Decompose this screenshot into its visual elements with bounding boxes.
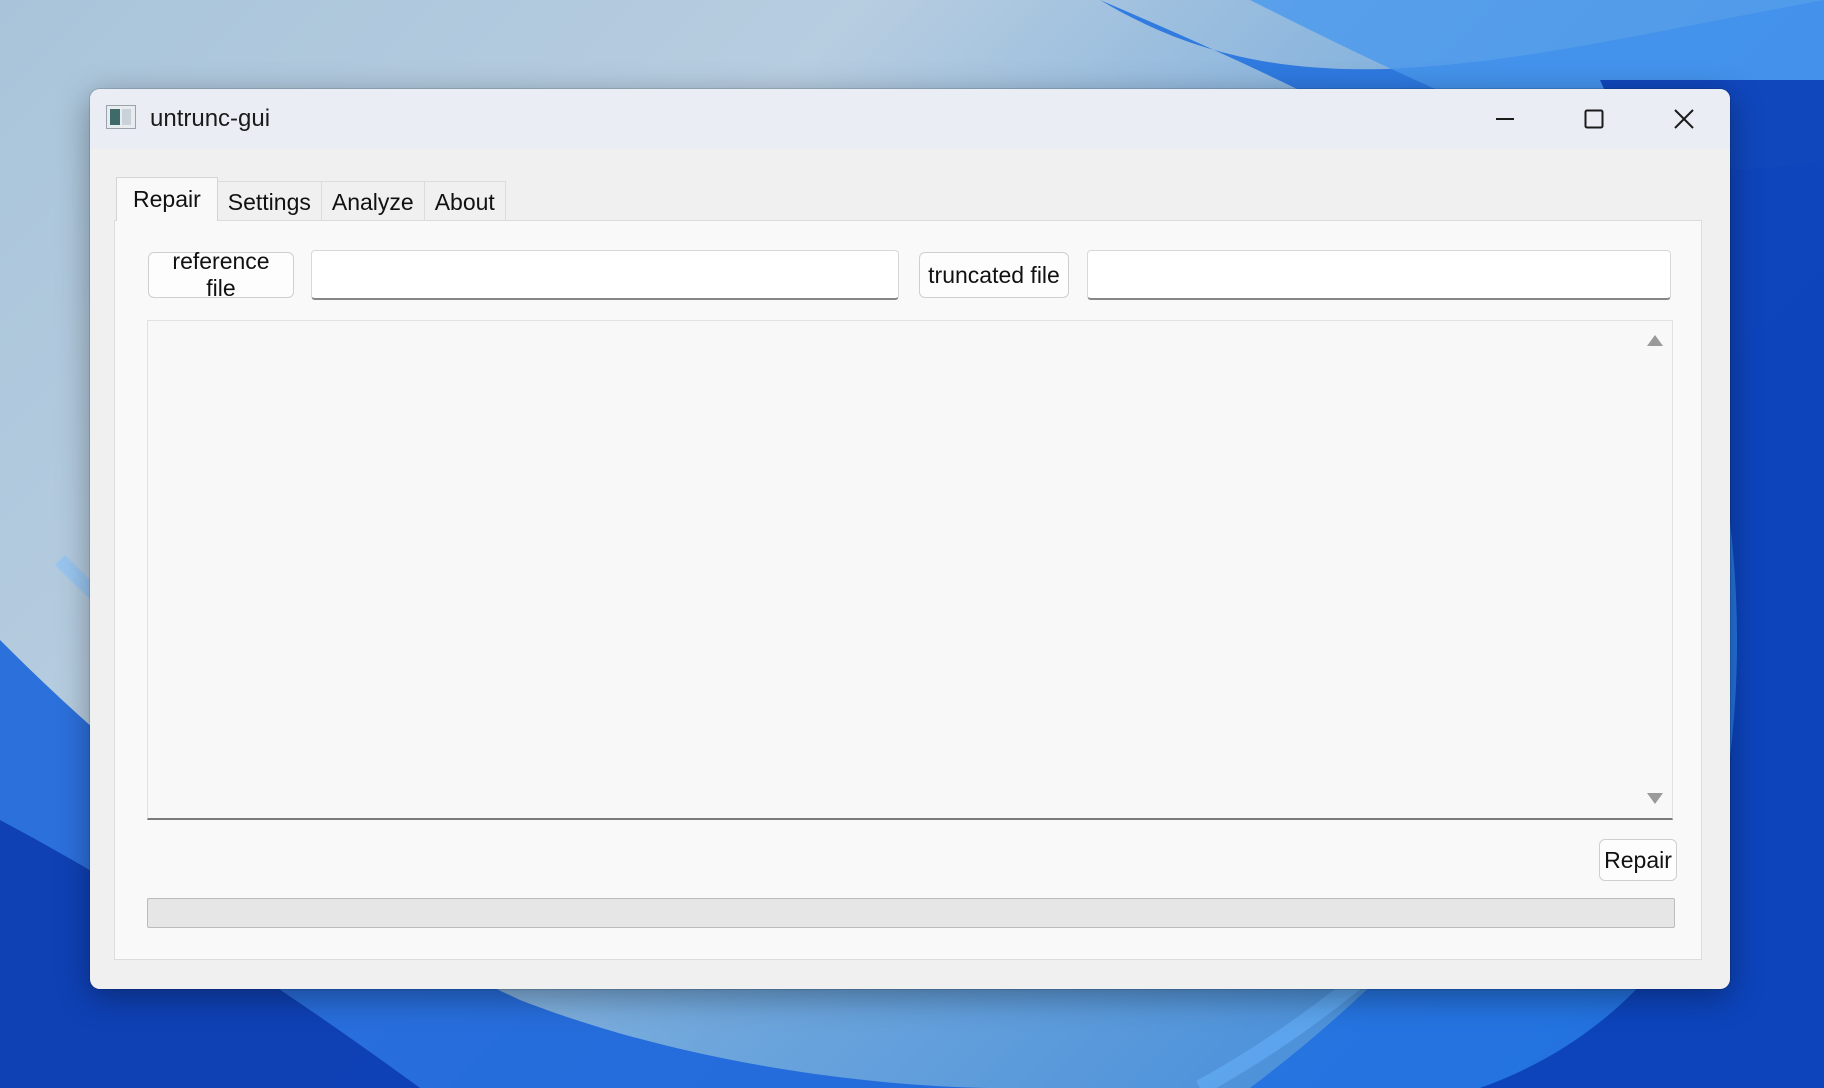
maximize-icon [1584,109,1604,129]
repair-panel: reference file truncated file Repair [114,220,1702,960]
reference-file-field[interactable] [311,250,899,300]
tab-about[interactable]: About [423,181,506,221]
tab-analyze[interactable]: Analyze [320,181,425,221]
close-icon [1674,109,1694,129]
scroll-down-icon[interactable] [1647,793,1663,804]
minimize-button[interactable] [1460,89,1550,149]
progress-bar [147,898,1675,928]
window-title: untrunc-gui [150,105,271,132]
maximize-button[interactable] [1549,89,1639,149]
title-bar[interactable]: untrunc-gui [90,89,1730,149]
reference-file-button[interactable]: reference file [148,248,294,301]
log-text [148,321,1672,337]
scroll-up-icon[interactable] [1647,335,1663,346]
close-button[interactable] [1639,89,1729,149]
log-scrollbar[interactable] [1638,321,1672,818]
truncated-file-button[interactable]: truncated file [919,252,1069,298]
repair-button[interactable]: Repair [1599,839,1677,881]
minimize-icon [1496,118,1514,120]
tab-settings[interactable]: Settings [216,181,322,221]
tab-repair[interactable]: Repair [116,177,218,221]
app-window: untrunc-gui Repair Settings Analyze Abou… [90,89,1730,989]
tab-bar: Repair Settings Analyze About [116,177,506,221]
app-icon [106,105,136,129]
truncated-file-field[interactable] [1087,250,1671,300]
log-output[interactable] [147,320,1673,820]
